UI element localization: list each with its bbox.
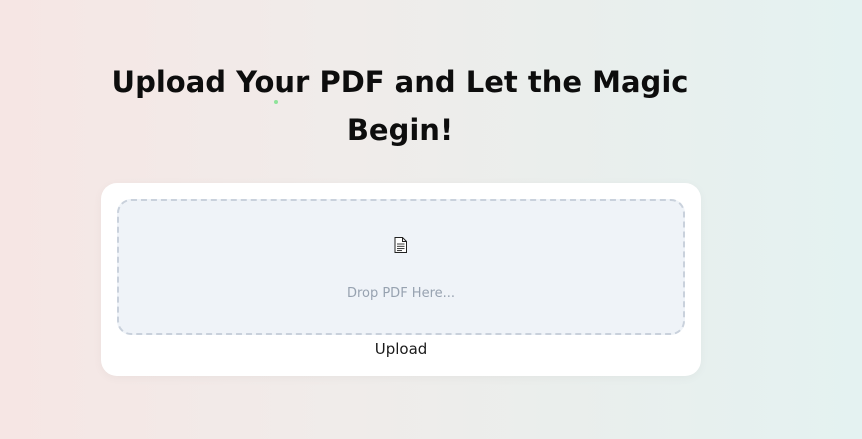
page-title: Upload Your PDF and Let the Magic Begin! xyxy=(111,65,689,147)
cursor-dot xyxy=(274,100,278,104)
document-icon xyxy=(394,237,407,253)
dropzone-placeholder: Drop PDF Here... xyxy=(346,286,456,301)
upload-button[interactable]: Upload xyxy=(351,338,451,360)
upload-card: Drop PDF Here... Upload xyxy=(101,183,701,376)
pdf-dropzone[interactable]: Drop PDF Here... xyxy=(117,199,685,335)
